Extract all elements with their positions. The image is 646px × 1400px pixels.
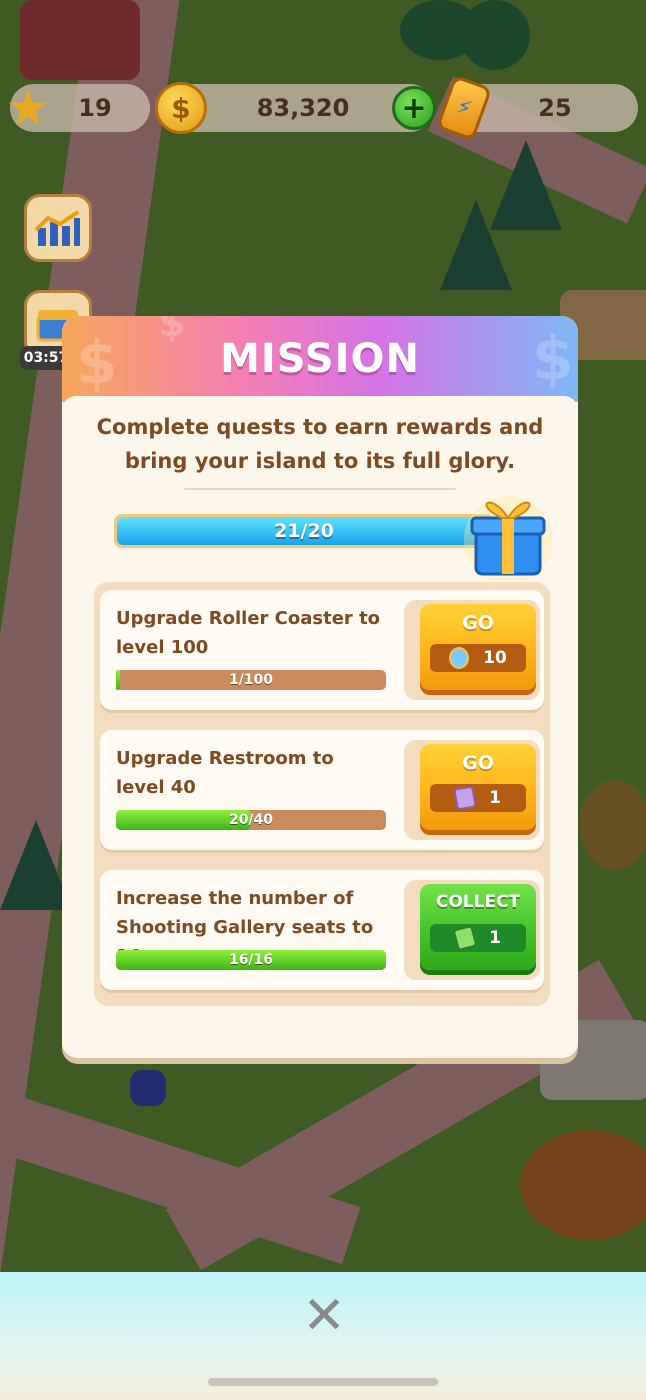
go-button-label: GO — [462, 612, 494, 634]
quest-progress-bar: 20/40 — [116, 810, 386, 830]
quest-progress-bar: 1/100 — [116, 670, 386, 690]
coin-icon: $ — [155, 82, 207, 134]
stats-button[interactable] — [24, 194, 92, 262]
quest-progress-label: 1/100 — [228, 672, 274, 688]
gift-reward-button[interactable] — [462, 488, 554, 584]
dollar-decoration-icon: $ — [532, 324, 574, 394]
close-icon: ✕ — [302, 1286, 346, 1346]
card-icon — [453, 785, 477, 811]
reward-badge: 1 — [430, 924, 526, 952]
modal-title: MISSION — [220, 336, 420, 382]
quest-item: Upgrade Restroom to level 40 20/40 GO 1 — [100, 730, 544, 850]
reward-badge: 10 — [430, 644, 526, 672]
quest-button-frame: COLLECT 1 — [404, 880, 540, 980]
close-button[interactable]: ✕ — [300, 1286, 348, 1346]
plus-icon: + — [401, 90, 427, 126]
dollar-decoration-icon: $ — [76, 328, 118, 398]
collect-button[interactable]: COLLECT 1 — [420, 884, 536, 970]
level-value: 19 — [78, 94, 112, 122]
quest-progress-bar: 16/16 — [116, 950, 386, 970]
star-icon: ★ — [5, 79, 51, 137]
add-coins-button[interactable]: + — [392, 86, 436, 130]
quest-progress-label: 16/16 — [228, 952, 274, 968]
quest-title: Upgrade Restroom to level 40 — [116, 748, 334, 798]
dollar-decoration-icon: $ — [158, 316, 186, 346]
collect-button-label: COLLECT — [435, 892, 521, 912]
reward-amount: 1 — [489, 928, 501, 948]
total-progress-bar: 21/20 — [114, 514, 494, 548]
reward-amount: 1 — [489, 788, 501, 808]
energy-can-icon — [452, 924, 478, 952]
reward-amount: 10 — [483, 648, 507, 668]
mission-modal: $ $ $ MISSION Complete quests to earn re… — [62, 316, 578, 1058]
go-button-label: GO — [462, 752, 494, 774]
total-progress-label: 21/20 — [274, 520, 334, 542]
reward-badge: 1 — [430, 784, 526, 812]
ticket-icon — [449, 647, 470, 669]
quest-list: Upgrade Roller Coaster to level 100 1/10… — [94, 582, 550, 1006]
divider — [184, 488, 456, 490]
gift-icon — [464, 496, 552, 584]
modal-body: Complete quests to earn rewards and brin… — [62, 396, 578, 1058]
mission-description: Complete quests to earn rewards and brin… — [96, 415, 544, 473]
quest-button-frame: GO 10 — [404, 600, 540, 700]
go-button[interactable]: GO 1 — [420, 744, 536, 830]
resource-bar: 19 ★ 83,320 $ + 25 ⚡ — [0, 74, 646, 142]
energy-value: 25 — [538, 94, 572, 122]
modal-header: $ $ $ MISSION — [62, 316, 578, 402]
home-indicator[interactable] — [208, 1378, 438, 1386]
chart-icon — [34, 210, 80, 246]
quest-progress-label: 20/40 — [228, 812, 274, 828]
quest-item: Upgrade Roller Coaster to level 100 1/10… — [100, 590, 544, 710]
go-button[interactable]: GO 10 — [420, 604, 536, 690]
quest-title: Upgrade Roller Coaster to level 100 — [116, 608, 381, 658]
quest-button-frame: GO 1 — [404, 740, 540, 840]
quest-item: Increase the number of Shooting Gallery … — [100, 870, 544, 990]
coins-value: 83,320 — [256, 94, 350, 122]
bottom-bar: ✕ — [0, 1272, 646, 1400]
